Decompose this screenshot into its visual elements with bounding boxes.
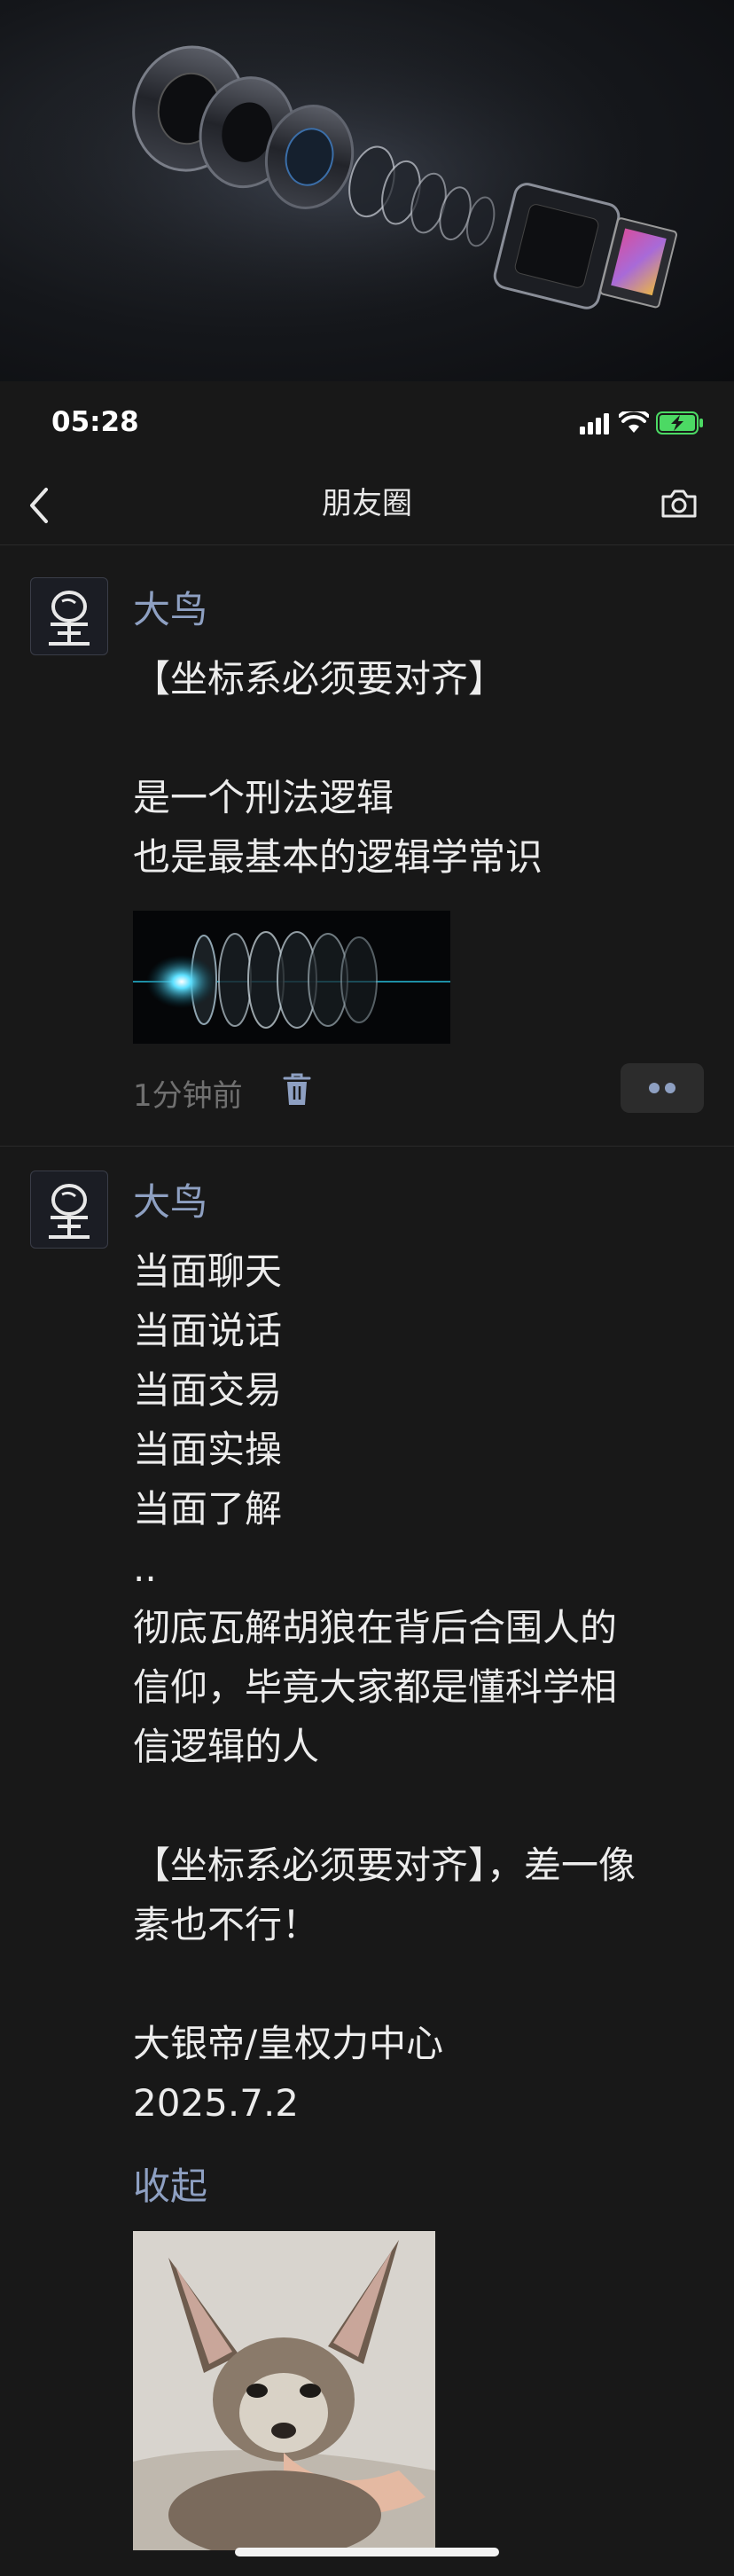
camera-icon[interactable]: [660, 488, 699, 520]
page-title: 朋友圈: [322, 486, 412, 521]
post-divider: [0, 1146, 734, 1147]
post-author[interactable]: 大鸟: [133, 580, 207, 634]
avatar-glyph-icon: [49, 1184, 90, 1239]
trash-icon[interactable]: [282, 1071, 312, 1107]
avatar[interactable]: [30, 577, 108, 655]
lens-image: [133, 931, 450, 1029]
post-time: 1分钟前: [133, 1078, 243, 1114]
lens-module-illustration: [0, 27, 677, 328]
wifi-icon: [619, 411, 649, 433]
fox-photo: [133, 2231, 435, 2550]
status-time: 05:28: [51, 406, 139, 438]
post-author[interactable]: 大鸟: [133, 1172, 207, 1226]
post-image[interactable]: [133, 911, 450, 1044]
post-text: 当面聊天 当面说话 当面交易 当面实操 当面了解 .. 彻底瓦解胡狼在背后合围人…: [133, 1249, 636, 2125]
more-dots-button[interactable]: [621, 1063, 704, 1113]
battery-charging-icon: [656, 411, 703, 435]
home-indicator[interactable]: [235, 2548, 499, 2556]
avatar[interactable]: [30, 1171, 108, 1249]
more-dots-icon: [649, 1083, 675, 1093]
avatar-glyph-icon: [49, 591, 90, 646]
cover-photo[interactable]: [0, 0, 734, 381]
signal-icon: [580, 413, 609, 435]
post-image[interactable]: [133, 2231, 435, 2550]
post-text: 【坐标系必须要对齐】 是一个刑法逻辑 也是最基本的逻辑学常识: [133, 657, 543, 879]
collapse-link[interactable]: 收起: [133, 2157, 207, 2211]
